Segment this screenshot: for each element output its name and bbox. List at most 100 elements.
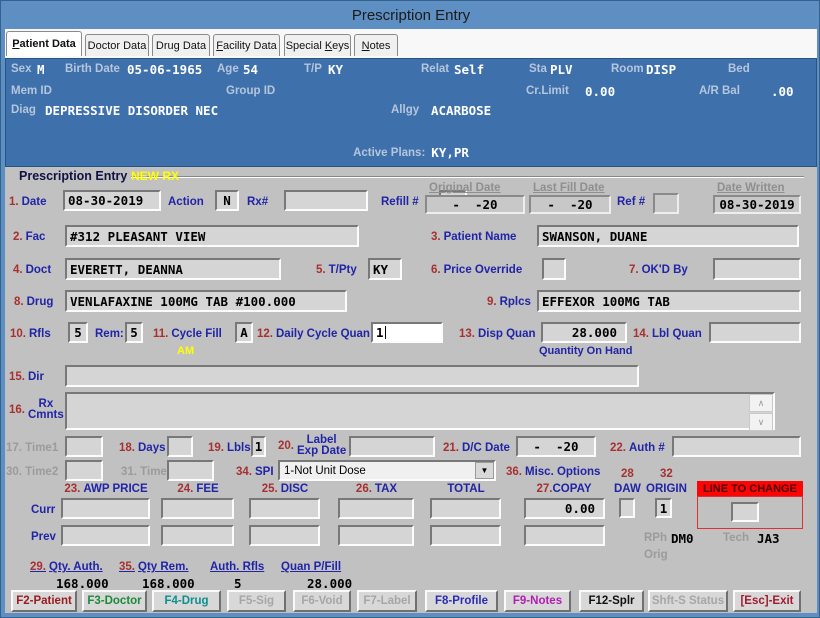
time2-label: 30. Time2: [6, 466, 59, 478]
cycle-fill-am-note: AM: [177, 345, 195, 357]
f4-drug-button[interactable]: F4-Drug: [152, 590, 221, 612]
doctor-label: 4. Doct: [13, 264, 52, 276]
ref-number-field[interactable]: [653, 193, 679, 214]
copay-header: 27. COPAY: [536, 483, 592, 495]
prev-total-field: [430, 525, 501, 546]
age-value: 54: [243, 62, 259, 77]
esc-exit-button[interactable]: [Esc]-Exit: [733, 590, 801, 612]
prescription-entry-window: Prescription Entry Patient Data Doctor D…: [0, 0, 820, 618]
tab-special-keys[interactable]: Special Keys: [284, 34, 351, 56]
time3-field: [167, 460, 214, 481]
line-to-change-field[interactable]: [731, 502, 759, 522]
rem-label: Rem:: [95, 328, 124, 340]
rx-comments-spinner: ∧ ∨: [749, 394, 773, 431]
original-date-label: Original Date: [429, 182, 501, 194]
dropdown-arrow-icon[interactable]: ▼: [475, 462, 494, 479]
curr-awp-field[interactable]: [61, 498, 150, 519]
tab-patient-data[interactable]: Patient Data: [6, 31, 82, 56]
facility-field[interactable]: #312 PLEASANT VIEW: [65, 225, 359, 247]
diag-value: DEPRESSIVE DISORDER NEC: [45, 103, 219, 118]
qty-rem-label: 35. Qty Rem.: [119, 561, 189, 573]
f6-void-button: F6-Void: [293, 590, 351, 612]
curr-total-field[interactable]: [430, 498, 501, 519]
diag-label: Diag: [11, 104, 36, 116]
time2-field: [65, 460, 103, 481]
tpty-field[interactable]: KY: [368, 258, 402, 280]
drug-field[interactable]: VENLAFAXINE 100MG TAB #100.000: [65, 290, 347, 312]
tab-drug-data[interactable]: Drug Data: [152, 34, 210, 56]
rph-label: RPh: [644, 532, 667, 544]
daw-field[interactable]: [619, 498, 635, 518]
rx-comments-field[interactable]: [65, 392, 775, 430]
auth-number-field[interactable]: [672, 436, 801, 457]
label-exp-date-field[interactable]: [349, 436, 435, 457]
spi-label: 34. SPI: [236, 466, 274, 478]
disp-quan-field[interactable]: 28.000: [541, 322, 627, 343]
line-to-change-label: LINE TO CHANGE: [697, 481, 803, 496]
f2-patient-button[interactable]: F2-Patient: [11, 590, 77, 612]
auth-number-label: 22. Auth #: [610, 442, 665, 454]
rem-field[interactable]: 5: [125, 322, 143, 343]
daily-cycle-quan-field[interactable]: 1: [371, 322, 443, 343]
curr-label: Curr: [31, 504, 56, 516]
spi-dropdown[interactable]: 1-Not Unit Dose ▼: [278, 460, 496, 481]
days-field[interactable]: [167, 436, 193, 457]
doctor-field[interactable]: EVERETT, DEANNA: [65, 258, 281, 280]
origin-field[interactable]: 1: [655, 498, 672, 518]
prev-disc-field: [249, 525, 320, 546]
curr-disc-field[interactable]: [249, 498, 320, 519]
misc-options-label: 36. Misc. Options: [506, 466, 601, 478]
f12-splr-button[interactable]: F12-Splr: [579, 590, 644, 612]
lbl-quan-field[interactable]: [709, 322, 801, 343]
date-written-field: 08-30-2019: [713, 195, 801, 214]
active-plans: Active Plans: KY,PR: [5, 145, 817, 160]
tab-label: Patient Data: [12, 38, 76, 50]
sex-label: Sex: [11, 63, 32, 75]
disc-header: 25. DISC: [261, 483, 309, 495]
spi-selected-value: 1-Not Unit Dose: [284, 464, 366, 477]
tab-facility-data[interactable]: Facility Data: [213, 34, 280, 56]
price-override-field[interactable]: [542, 258, 566, 280]
rx-number-field[interactable]: [284, 190, 368, 211]
okd-by-label: 7. OK'D By: [629, 264, 688, 276]
tech-value: JA3: [757, 531, 780, 546]
active-plans-label: Active Plans:: [353, 146, 426, 159]
days-label: 18. Days: [119, 442, 166, 454]
action-field[interactable]: N: [215, 190, 239, 211]
spinner-up-icon[interactable]: ∧: [749, 394, 773, 412]
birthdate-value: 05-06-1965: [127, 62, 203, 77]
tab-label: Special Keys: [285, 39, 350, 52]
label-exp-date-label: 20. Label Exp Date: [278, 434, 347, 457]
spinner-down-icon[interactable]: ∨: [749, 413, 773, 431]
tab-doctor-data[interactable]: Doctor Data: [85, 34, 149, 56]
quantity-on-hand-note: Quantity On Hand: [539, 345, 633, 357]
rph-value: DM0: [671, 531, 694, 546]
replaces-field[interactable]: EFFEXOR 100MG TAB: [537, 290, 801, 312]
f3-doctor-button[interactable]: F3-Doctor: [82, 590, 147, 612]
facility-label: 2. Fac: [13, 231, 46, 243]
f8-profile-button[interactable]: F8-Profile: [425, 590, 498, 612]
orig-label: Orig: [644, 549, 668, 561]
patient-name-field[interactable]: SWANSON, DUANE: [537, 225, 799, 247]
curr-fee-field[interactable]: [161, 498, 234, 519]
directions-field[interactable]: [65, 365, 639, 387]
directions-label: 15. Dir: [9, 371, 44, 383]
curr-copay-field[interactable]: 0.00: [524, 498, 605, 519]
dc-date-field[interactable]: - -20: [516, 436, 596, 457]
prev-label: Prev: [31, 531, 56, 543]
date-label: 1. Date: [9, 196, 47, 208]
tab-notes[interactable]: Notes: [354, 34, 398, 56]
sta-value: PLV: [550, 62, 573, 77]
quan-pfill-label: Quan P/Fill: [281, 561, 342, 573]
date-field[interactable]: 08-30-2019: [63, 190, 161, 211]
daw-number: 28: [621, 468, 634, 480]
qty-auth-value: 168.000: [56, 576, 109, 591]
okd-by-field[interactable]: [713, 258, 801, 280]
tab-label: Doctor Data: [87, 39, 147, 52]
title-bar: Prescription Entry: [1, 1, 819, 29]
cycle-fill-field[interactable]: A: [235, 322, 253, 343]
refills-field[interactable]: 5: [68, 322, 88, 343]
f9-notes-button[interactable]: F9-Notes: [504, 590, 571, 612]
curr-tax-field[interactable]: [338, 498, 414, 519]
labels-count-field[interactable]: 1: [251, 436, 266, 457]
